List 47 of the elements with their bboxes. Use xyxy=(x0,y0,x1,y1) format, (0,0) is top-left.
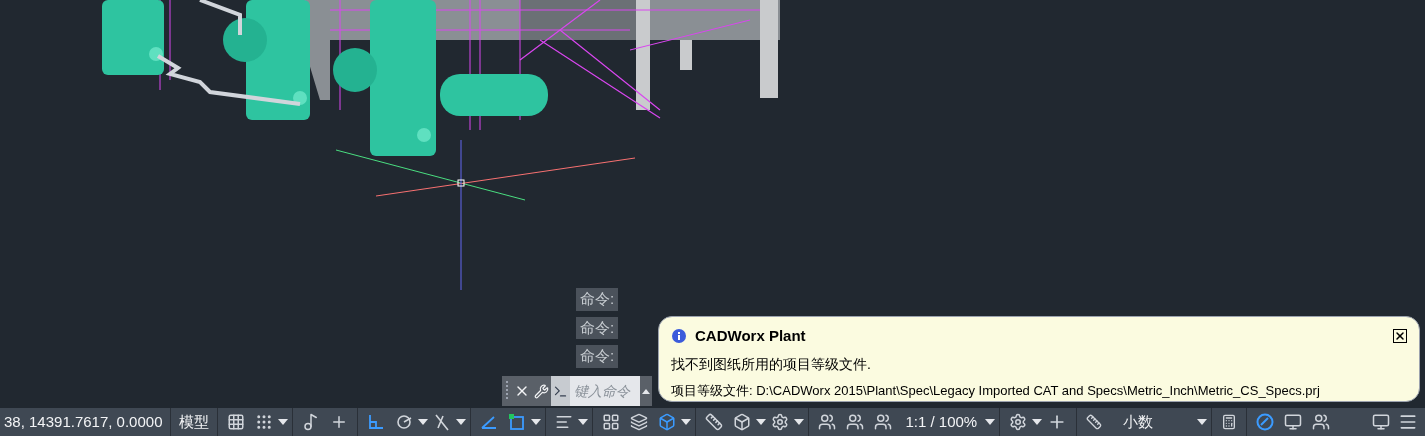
lineweight-icon[interactable] xyxy=(555,413,574,431)
command-input-field[interactable]: 键入命令 xyxy=(570,376,640,406)
caret-icon[interactable] xyxy=(756,419,767,425)
display-icon[interactable] xyxy=(1372,413,1390,431)
ruler-icon[interactable] xyxy=(1086,414,1103,430)
info-icon xyxy=(671,328,687,345)
prompt-button[interactable] xyxy=(551,376,570,406)
grid-icon[interactable] xyxy=(227,413,246,431)
caret-icon[interactable] xyxy=(794,419,805,425)
caret-icon[interactable] xyxy=(578,419,589,425)
crosshair-cursor-icon xyxy=(335,139,636,291)
caret-icon[interactable] xyxy=(985,419,996,425)
prompt-icon xyxy=(553,383,568,399)
monitor-icon[interactable] xyxy=(1284,413,1303,431)
checker-icon[interactable] xyxy=(602,413,621,431)
balloon-title: CADWorx Plant xyxy=(695,326,807,346)
coordinates-readout: 38, 14391.7617, 0.0000 xyxy=(3,411,164,432)
users-icon[interactable] xyxy=(1312,413,1331,431)
menu-icon[interactable] xyxy=(1398,412,1418,432)
caret-icon[interactable] xyxy=(681,419,692,425)
caret-icon[interactable] xyxy=(642,388,650,394)
wrench-icon[interactable] xyxy=(534,383,549,399)
balloon-message: 找不到图纸所用的项目等级文件. xyxy=(671,354,872,374)
layers-icon[interactable] xyxy=(630,413,649,431)
caret-icon[interactable] xyxy=(1197,419,1208,425)
caret-icon[interactable] xyxy=(1032,419,1043,425)
status-circle-icon[interactable] xyxy=(1256,413,1275,431)
balloon-detail: 项目等级文件: D:\CADWorx 2015\Plant\Spec\Legacy Imported CAT and Specs\Metric_Inch\Metric_CS_Specs.prj xyxy=(671,381,1321,400)
caret-icon[interactable] xyxy=(418,419,429,425)
cube-icon[interactable] xyxy=(658,413,677,431)
snap-dots-icon[interactable] xyxy=(255,413,274,431)
angle-icon[interactable] xyxy=(480,413,499,431)
units-selector[interactable]: 小数 xyxy=(1107,410,1198,434)
annotation-scale[interactable]: 1:1 / 100% xyxy=(897,410,986,434)
ortho-icon[interactable] xyxy=(367,413,386,431)
settings-icon[interactable] xyxy=(1009,413,1028,431)
cube-icon[interactable] xyxy=(733,413,752,431)
caret-icon[interactable] xyxy=(278,419,289,425)
close-icon[interactable] xyxy=(1393,329,1407,344)
model-tab[interactable]: 模型 xyxy=(175,410,214,434)
crossed-lines-icon[interactable] xyxy=(433,413,452,431)
caret-icon[interactable] xyxy=(456,419,467,425)
calculator-icon[interactable] xyxy=(1221,414,1238,430)
grip-handle-icon[interactable] xyxy=(506,381,508,401)
caret-icon[interactable] xyxy=(531,419,542,425)
object-snap-icon[interactable] xyxy=(508,413,527,431)
polar-icon[interactable] xyxy=(395,413,414,431)
